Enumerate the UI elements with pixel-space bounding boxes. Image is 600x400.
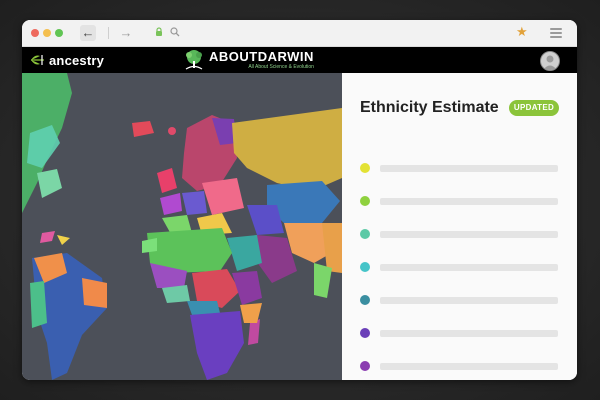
toolbar-divider <box>108 27 109 39</box>
region-color-dot <box>360 163 370 173</box>
panel-title: Ethnicity Estimate <box>360 99 499 116</box>
region-placeholder-bar <box>380 165 558 172</box>
avatar[interactable] <box>540 51 560 71</box>
region-placeholder-bar <box>380 330 558 337</box>
app-header: ancestry ABOUTDARWIN All About Science &… <box>22 47 577 73</box>
map-region-russia <box>232 108 342 191</box>
region-placeholder-bar <box>380 264 558 271</box>
map-region-africa <box>190 311 244 380</box>
user-icon <box>543 55 557 70</box>
region-color-dot <box>360 328 370 338</box>
tree-logo-icon <box>185 50 203 70</box>
ethnicity-list-item[interactable] <box>360 295 560 306</box>
browser-toolbar: ← → ★ <box>22 20 577 47</box>
minimize-window-button[interactable] <box>43 29 51 37</box>
region-color-dot <box>360 295 370 305</box>
ethnicity-list-item[interactable] <box>360 361 560 372</box>
ethnicity-list-item[interactable] <box>360 163 560 174</box>
world-map-graphic <box>22 73 342 380</box>
browser-window: ← → ★ ancestry ABOUTDARWIN All About Sci… <box>22 20 577 380</box>
hamburger-menu-icon[interactable] <box>550 28 562 38</box>
ethnicity-list-item[interactable] <box>360 196 560 207</box>
aboutdarwin-subtitle: All About Science & Evolution <box>248 64 314 70</box>
leaf-icon <box>31 55 44 65</box>
star-icon[interactable]: ★ <box>516 24 528 40</box>
ethnicity-world-map[interactable] <box>22 73 342 380</box>
region-placeholder-bar <box>380 363 558 370</box>
region-color-dot <box>360 196 370 206</box>
aboutdarwin-title: ABOUTDARWIN <box>209 49 314 64</box>
ancestry-logo-text: ancestry <box>49 52 105 68</box>
search-icon <box>170 27 180 37</box>
region-placeholder-bar <box>380 198 558 205</box>
ethnicity-list-item[interactable] <box>360 229 560 240</box>
aboutdarwin-logo: ABOUTDARWIN All About Science & Evolutio… <box>182 47 314 73</box>
region-color-dot <box>360 262 370 272</box>
region-color-dot <box>360 229 370 239</box>
ethnicity-list-item[interactable] <box>360 328 560 339</box>
ancestry-logo[interactable]: ancestry <box>30 52 104 68</box>
lock-icon <box>156 27 162 36</box>
region-color-dot <box>360 361 370 371</box>
ethnicity-list-item[interactable] <box>360 262 560 273</box>
region-placeholder-bar <box>380 231 558 238</box>
status-badge: UPDATED <box>509 100 559 116</box>
arrow-left-icon[interactable]: ← <box>80 25 96 41</box>
region-placeholder-bar <box>380 297 558 304</box>
close-window-button[interactable] <box>31 29 39 37</box>
ethnicity-panel: Ethnicity Estimate UPDATED <box>342 73 577 380</box>
arrow-right-icon[interactable]: → <box>118 25 134 41</box>
maximize-window-button[interactable] <box>55 29 63 37</box>
